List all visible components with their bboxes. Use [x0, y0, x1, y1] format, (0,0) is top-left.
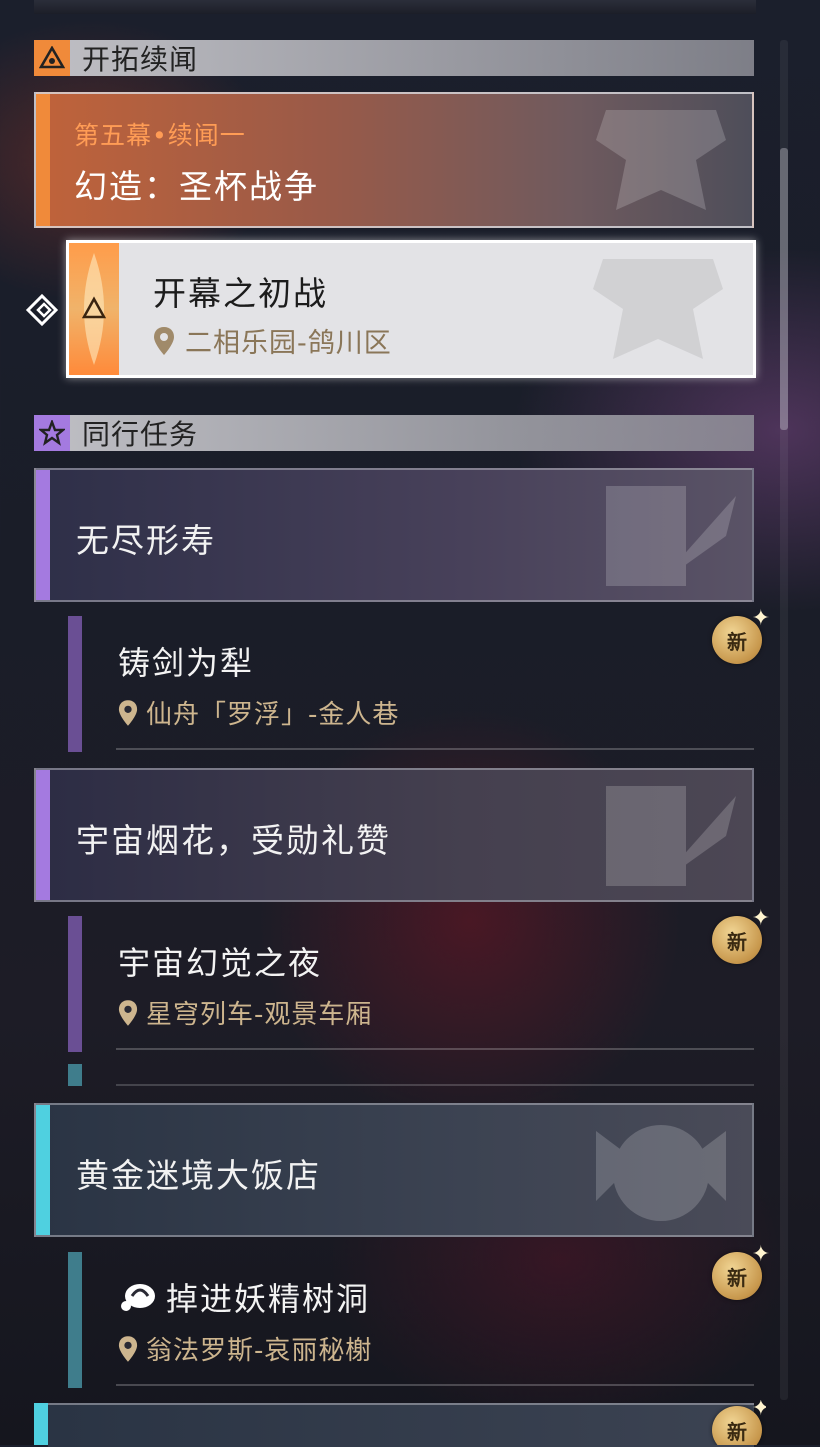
quest-type-stripe: [69, 243, 119, 375]
new-badge: 新 ✦: [708, 606, 770, 668]
quest-item[interactable]: 宇宙幻觉之夜 星穹列车-观景车厢: [68, 916, 754, 1052]
quest-location: 星穹列车-观景车厢: [118, 994, 372, 1031]
divider: [116, 1384, 754, 1386]
quest-title-row: 掉进妖精树洞: [118, 1274, 370, 1320]
story-title: 幻造：圣杯战争: [74, 167, 319, 206]
new-badge: 新 ✦: [708, 906, 770, 968]
location-text: 二相乐园-鸽川区: [185, 328, 392, 359]
partial-mission-card[interactable]: [48, 1403, 754, 1447]
card-accent-stripe: [36, 470, 50, 600]
location-text: 星穹列车-观景车厢: [146, 1000, 373, 1030]
card-accent-stripe: [36, 1105, 50, 1235]
section-header-companion: 同行任务: [34, 415, 754, 451]
card-accent-stripe: [36, 94, 50, 226]
quest-title: 宇宙幻觉之夜: [118, 944, 323, 982]
triangle-eye-icon: [34, 40, 70, 76]
card-accent-stripe: [36, 770, 50, 900]
divider: [116, 1084, 754, 1086]
map-pin-icon: [118, 1335, 138, 1362]
chef-crest-emblem-icon: [576, 1111, 746, 1235]
map-pin-icon: [118, 999, 138, 1026]
map-pin-icon: [154, 326, 174, 355]
book-quill-emblem-icon: [566, 776, 746, 900]
sparkle-icon: ✦: [751, 606, 770, 631]
sparkle-icon: ✦: [751, 906, 770, 931]
section-header-trailblaze: 开拓续闻: [34, 40, 754, 76]
mission-card[interactable]: 宇宙烟花，受勋礼赞: [34, 768, 754, 902]
divider: [116, 748, 754, 750]
section-title: 同行任务: [82, 418, 199, 451]
chapter-label: 第五幕•续闻一: [74, 121, 246, 150]
selected-quest-card[interactable]: 开幕之初战 二相乐园-鸽川区: [66, 240, 756, 378]
map-pin-icon: [118, 699, 138, 726]
book-quill-emblem-icon: [566, 476, 746, 600]
partial-card-stripe: [34, 1403, 48, 1445]
new-badge: 新 ✦: [708, 1242, 770, 1304]
quest-bar: [68, 1252, 82, 1388]
location-text: 翁法罗斯-哀丽秘榭: [146, 1336, 373, 1366]
sparkle-icon: ✦: [751, 1242, 770, 1267]
mission-title: 宇宙烟花，受勋礼赞: [76, 821, 391, 860]
quest-title: 掉进妖精树洞: [166, 1280, 371, 1318]
quest-bar: [68, 916, 82, 1052]
crest-emblem-icon: [576, 100, 746, 226]
scrollbar-thumb[interactable]: [780, 148, 788, 430]
mission-title: 无尽形寿: [76, 521, 216, 560]
star-icon: [34, 415, 70, 451]
location-text: 仙舟「罗浮」-金人巷: [146, 700, 400, 730]
diamond-arrow-icon: [24, 292, 64, 332]
quest-title: 开幕之初战: [153, 274, 328, 313]
quest-location: 二相乐园-鸽川区: [153, 321, 392, 360]
mission-title: 黄金迷境大饭店: [76, 1156, 321, 1195]
mission-card[interactable]: 无尽形寿: [34, 468, 754, 602]
section-title: 开拓续闻: [82, 43, 199, 76]
crest-emblem-icon: [573, 249, 743, 375]
quest-bar: [68, 616, 82, 752]
main-story-card[interactable]: 第五幕•续闻一 幻造：圣杯战争: [34, 92, 754, 228]
new-badge: 新 ✦: [708, 1400, 766, 1445]
quest-item[interactable]: 掉进妖精树洞 翁法罗斯-哀丽秘榭: [68, 1252, 754, 1388]
top-edge-bar: [34, 0, 756, 14]
quest-location: 翁法罗斯-哀丽秘榭: [118, 1330, 372, 1367]
quest-item[interactable]: 铸剑为犁 仙舟「罗浮」-金人巷: [68, 616, 754, 752]
partial-quest-bar: [68, 1064, 82, 1086]
quest-title: 铸剑为犁: [118, 644, 255, 682]
mission-card[interactable]: 黄金迷境大饭店: [34, 1103, 754, 1237]
dream-bubble-icon: [121, 1284, 155, 1311]
quest-location: 仙舟「罗浮」-金人巷: [118, 694, 399, 731]
sparkle-icon: ✦: [751, 1400, 766, 1421]
divider: [116, 1048, 754, 1050]
